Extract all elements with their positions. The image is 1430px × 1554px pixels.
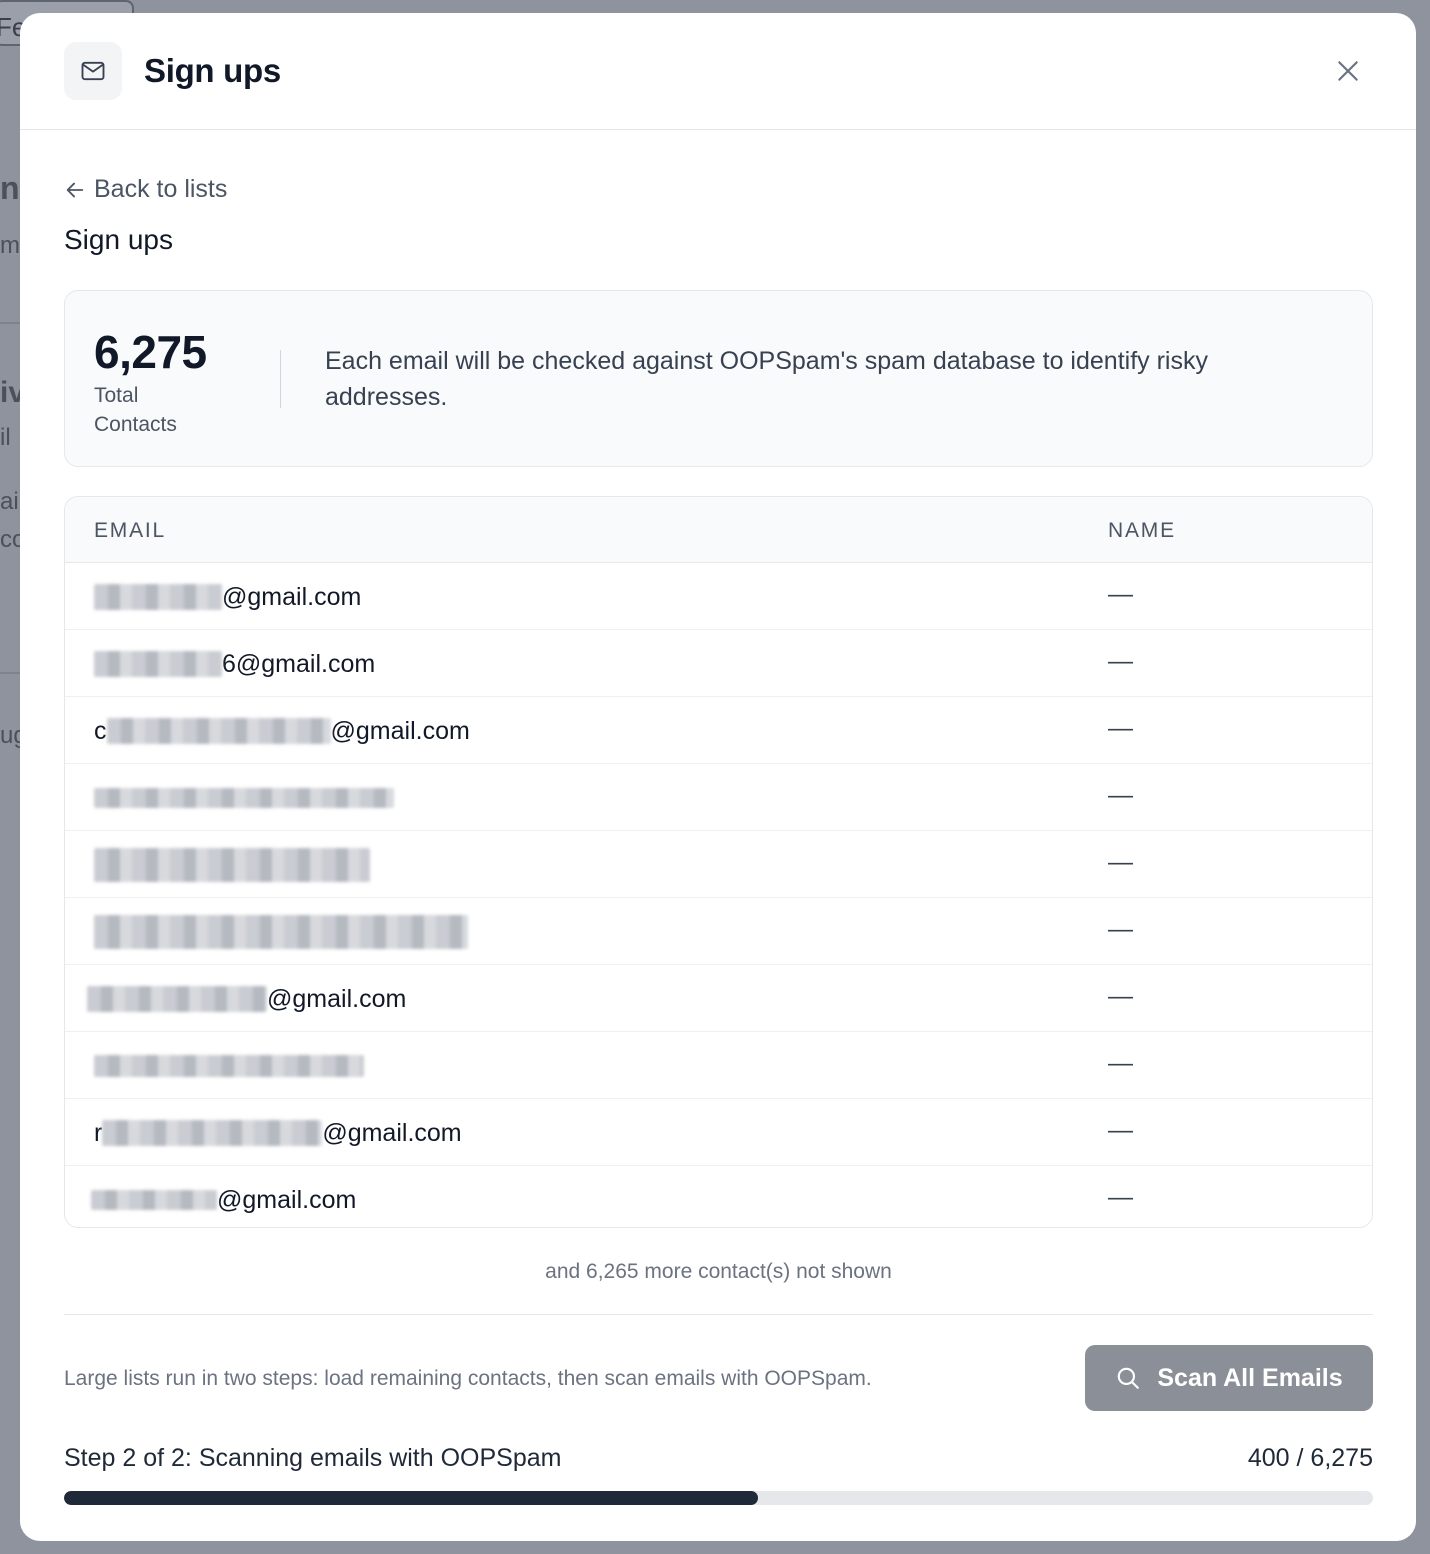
table-row: — [65,898,1372,965]
sign-ups-modal: Sign ups Back to lists Sign ups 6,275 To… [20,13,1416,1541]
background-fragment: nS [0,170,20,206]
name-cell: — [1108,580,1133,608]
list-title: Sign ups [64,224,173,255]
close-icon [1338,61,1358,81]
name-cell: — [1108,647,1133,675]
email-suffix: @gmail.com [322,1118,462,1147]
background-fragment: iv [0,376,20,409]
redacted-text [94,788,394,808]
table-row: — [65,831,1372,898]
background-fragment: ail [0,488,20,515]
contacts-table: EMAIL NAME @gmail.com — 6@gmail.com — c … [64,496,1373,1228]
email-suffix: @gmail.com [267,984,407,1013]
two-step-note: Large lists run in two steps: load remai… [64,1367,872,1390]
email-cell [94,783,394,813]
email-cell [94,1051,364,1081]
redacted-text [94,1055,364,1077]
progress-step-label: Step 2 of 2: Scanning emails with OOPSpa… [64,1444,562,1472]
email-prefix: c [94,716,107,745]
column-header-email: EMAIL [94,519,167,542]
background-divider [0,672,20,674]
back-link-label: Back to lists [94,175,228,203]
name-cell: — [1108,982,1133,1010]
progress-bar-fill [64,1491,758,1505]
close-button[interactable] [1330,53,1366,89]
search-icon [1118,1367,1140,1389]
table-row: 6@gmail.com — [65,630,1372,697]
column-header-name: NAME [1108,519,1176,542]
name-cell: — [1108,781,1133,809]
table-row: r @gmail.com — [65,1099,1372,1166]
modal-header: Sign ups [20,13,1416,130]
email-cell: r @gmail.com [94,1118,462,1148]
total-contacts-count: 6,275 [94,326,207,378]
background-fragment: m [0,232,20,259]
email-cell: @gmail.com [87,984,406,1014]
arrow-left-icon [66,182,84,197]
footer-divider [64,1314,1373,1315]
redacted-text [102,1120,323,1146]
envelope-icon [64,42,122,100]
background-divider [0,322,20,324]
redacted-text [94,915,468,949]
scan-all-emails-button[interactable]: Scan All Emails [1085,1345,1373,1411]
background-fragment: il [0,424,11,451]
email-prefix: r [94,1118,103,1147]
table-row: — [65,764,1372,831]
total-contacts-label: Total Contacts [94,384,177,436]
table-row: @gmail.com — [65,1166,1372,1227]
name-cell: — [1108,714,1133,742]
scan-button-label: Scan All Emails [1157,1363,1343,1392]
email-cell [94,915,468,949]
email-cell: c @gmail.com [94,716,470,746]
name-cell: — [1108,1116,1133,1144]
back-to-lists-link[interactable]: Back to lists [64,175,227,204]
redacted-text [106,718,331,744]
background-fragment: ug [0,722,20,749]
email-cell: 6@gmail.com [94,649,375,679]
progress-count: 400 / 6,275 [1247,1444,1373,1472]
summary-description: Each email will be checked against OOPSp… [325,347,1208,411]
table-row: @gmail.com — [65,563,1372,630]
email-suffix: @gmail.com [217,1185,357,1214]
table-row: @gmail.com — [65,965,1372,1032]
email-suffix: @gmail.com [330,716,470,745]
redacted-text [94,584,222,610]
redacted-text [87,986,267,1012]
more-contacts-note: and 6,265 more contact(s) not shown [545,1260,892,1283]
email-suffix: 6@gmail.com [222,649,376,678]
modal-title: Sign ups [144,52,281,89]
name-cell: — [1108,1183,1133,1211]
background-fragment: co [0,526,20,553]
table-row: — [65,1032,1372,1099]
email-cell: @gmail.com [91,1185,356,1215]
name-cell: — [1108,915,1133,943]
summary-divider [280,350,281,408]
redacted-text [94,848,370,882]
table-header: EMAIL NAME [65,497,1372,563]
name-cell: — [1108,1049,1133,1077]
email-cell [94,848,370,882]
email-suffix: @gmail.com [222,582,362,611]
progress-bar [64,1491,1373,1505]
name-cell: — [1108,848,1133,876]
email-cell: @gmail.com [94,582,361,612]
redacted-text [94,651,222,677]
summary-card: 6,275 Total Contacts Each email will be … [64,290,1373,467]
table-row: c @gmail.com — [65,697,1372,764]
redacted-text [91,1190,217,1210]
